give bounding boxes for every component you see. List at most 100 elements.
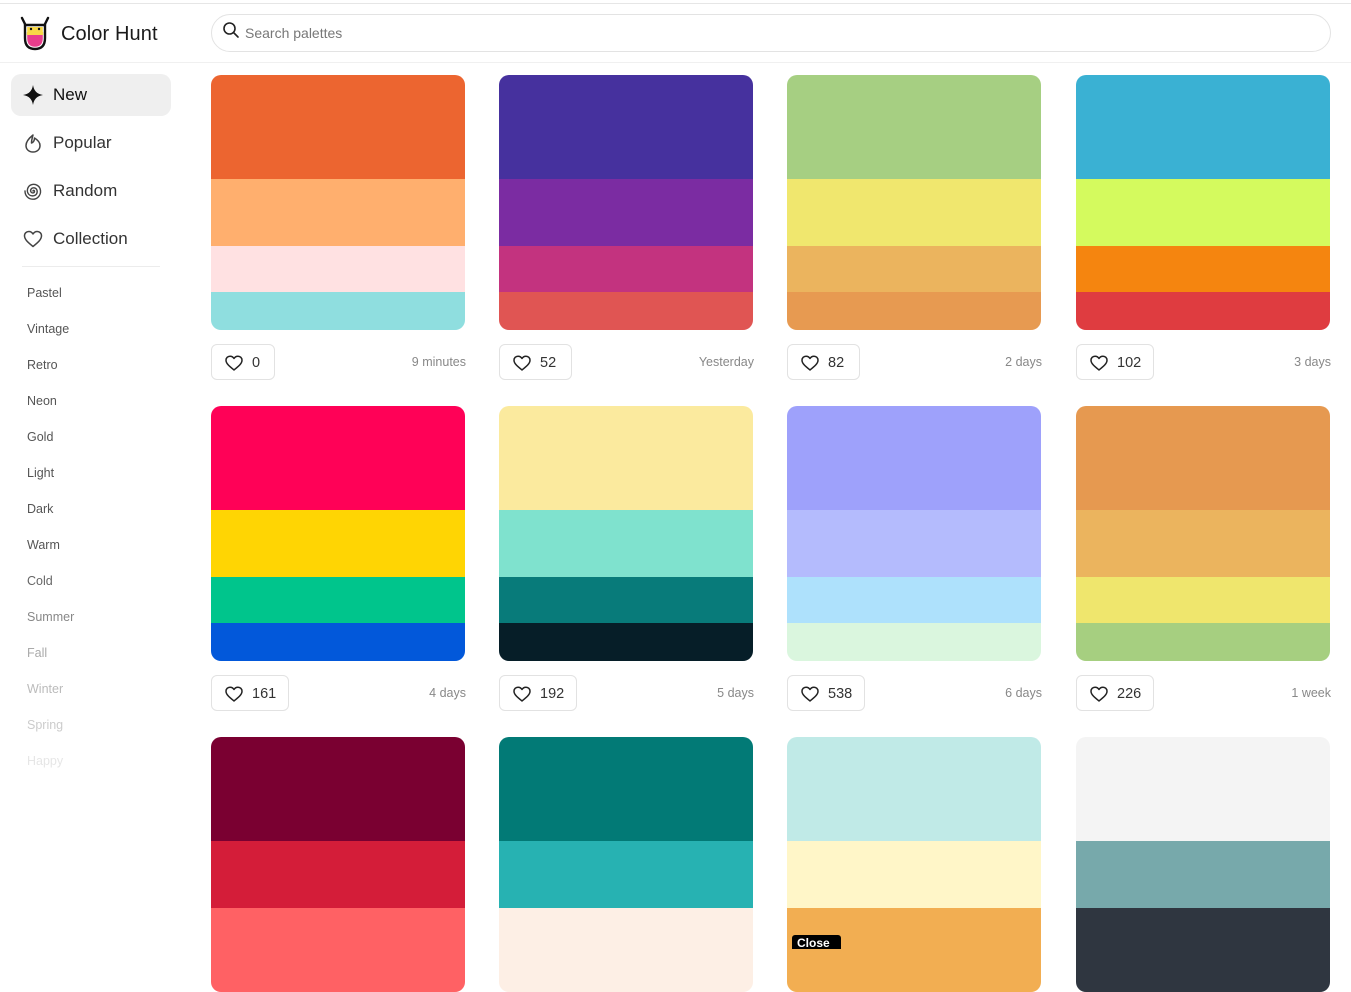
color-hunt-logo-icon[interactable] <box>19 16 51 52</box>
palette-swatch[interactable] <box>211 737 465 992</box>
color-band[interactable] <box>1076 179 1330 246</box>
like-count: 82 <box>828 355 844 371</box>
color-band[interactable] <box>211 737 465 841</box>
color-band[interactable] <box>1076 75 1330 179</box>
color-band[interactable] <box>211 75 465 179</box>
tag-pastel[interactable]: Pastel <box>27 286 62 300</box>
color-band[interactable] <box>787 510 1041 577</box>
sidebar-divider <box>22 266 160 267</box>
color-band[interactable] <box>499 908 753 954</box>
heart-icon <box>800 353 820 373</box>
color-band[interactable] <box>1076 292 1330 330</box>
color-band[interactable] <box>211 577 465 623</box>
color-band[interactable] <box>211 623 465 661</box>
color-band[interactable] <box>1076 623 1330 661</box>
color-band[interactable] <box>499 510 753 577</box>
tag-cold[interactable]: Cold <box>27 574 53 588</box>
spiral-icon <box>22 180 44 202</box>
color-band[interactable] <box>787 179 1041 246</box>
color-band[interactable] <box>1076 908 1330 954</box>
color-band[interactable] <box>787 75 1041 179</box>
brand-name[interactable]: Color Hunt <box>61 23 158 46</box>
like-count: 161 <box>252 686 276 702</box>
like-button[interactable]: 52 <box>499 344 572 380</box>
palette-date: 9 minutes <box>412 355 466 369</box>
color-band[interactable] <box>787 246 1041 292</box>
tag-retro[interactable]: Retro <box>27 358 58 372</box>
color-band[interactable] <box>499 75 753 179</box>
color-band[interactable] <box>1076 510 1330 577</box>
color-band[interactable] <box>211 510 465 577</box>
tag-happy[interactable]: Happy <box>27 754 63 768</box>
color-band[interactable] <box>499 954 753 992</box>
color-band[interactable] <box>1076 841 1330 908</box>
color-band[interactable] <box>499 292 753 330</box>
palette-swatch[interactable] <box>211 406 465 661</box>
palette-date: 2 days <box>1005 355 1042 369</box>
tag-vintage[interactable]: Vintage <box>27 322 69 336</box>
flame-icon <box>22 132 44 154</box>
tag-dark[interactable]: Dark <box>27 502 53 516</box>
heart-icon <box>1089 353 1109 373</box>
color-band[interactable] <box>787 292 1041 330</box>
color-band[interactable] <box>787 737 1041 841</box>
tag-fall[interactable]: Fall <box>27 646 47 660</box>
search-input[interactable] <box>245 15 1305 51</box>
nav-random[interactable]: Random <box>11 170 171 212</box>
nav-label: Random <box>53 181 117 201</box>
like-button[interactable]: 538 <box>787 675 865 711</box>
color-band[interactable] <box>211 292 465 330</box>
nav-collection[interactable]: Collection <box>11 218 171 260</box>
nav-popular[interactable]: Popular <box>11 122 171 164</box>
color-band[interactable] <box>211 908 465 954</box>
palette-swatch[interactable] <box>211 75 465 330</box>
color-band[interactable] <box>499 623 753 661</box>
color-band[interactable] <box>787 954 1041 992</box>
color-band[interactable] <box>1076 954 1330 992</box>
palette-swatch[interactable] <box>1076 75 1330 330</box>
tag-warm[interactable]: Warm <box>27 538 60 552</box>
nav-new[interactable]: New <box>11 74 171 116</box>
color-band[interactable] <box>787 623 1041 661</box>
color-band[interactable] <box>499 577 753 623</box>
like-count: 52 <box>540 355 556 371</box>
like-button[interactable]: 102 <box>1076 344 1154 380</box>
color-band[interactable] <box>787 841 1041 908</box>
color-band[interactable] <box>1076 577 1330 623</box>
tag-summer[interactable]: Summer <box>27 610 74 624</box>
tag-neon[interactable]: Neon <box>27 394 57 408</box>
palette-swatch[interactable] <box>1076 737 1330 992</box>
color-band[interactable] <box>499 246 753 292</box>
like-button[interactable]: 161 <box>211 675 289 711</box>
like-button[interactable]: 226 <box>1076 675 1154 711</box>
color-band[interactable] <box>1076 737 1330 841</box>
color-band[interactable] <box>1076 406 1330 510</box>
tag-spring[interactable]: Spring <box>27 718 63 732</box>
color-band[interactable] <box>499 841 753 908</box>
like-button[interactable]: 0 <box>211 344 275 380</box>
like-button[interactable]: 82 <box>787 344 860 380</box>
palette-swatch[interactable] <box>787 75 1041 330</box>
color-band[interactable] <box>787 577 1041 623</box>
color-band[interactable] <box>211 406 465 510</box>
color-band[interactable] <box>211 246 465 292</box>
color-band[interactable] <box>211 841 465 908</box>
color-band[interactable] <box>499 179 753 246</box>
tag-light[interactable]: Light <box>27 466 54 480</box>
color-band[interactable] <box>499 737 753 841</box>
tag-winter[interactable]: Winter <box>27 682 63 696</box>
palette-swatch[interactable] <box>787 406 1041 661</box>
palette-swatch[interactable] <box>499 737 753 992</box>
color-band[interactable] <box>211 954 465 992</box>
color-band[interactable] <box>499 406 753 510</box>
like-button[interactable]: 192 <box>499 675 577 711</box>
color-band[interactable] <box>211 179 465 246</box>
palette-swatch[interactable] <box>499 406 753 661</box>
search-bar[interactable] <box>211 14 1331 52</box>
palette-swatch[interactable] <box>499 75 753 330</box>
color-band[interactable] <box>1076 246 1330 292</box>
palette-swatch[interactable] <box>787 737 1041 992</box>
palette-swatch[interactable] <box>1076 406 1330 661</box>
color-band[interactable] <box>787 406 1041 510</box>
tag-gold[interactable]: Gold <box>27 430 53 444</box>
